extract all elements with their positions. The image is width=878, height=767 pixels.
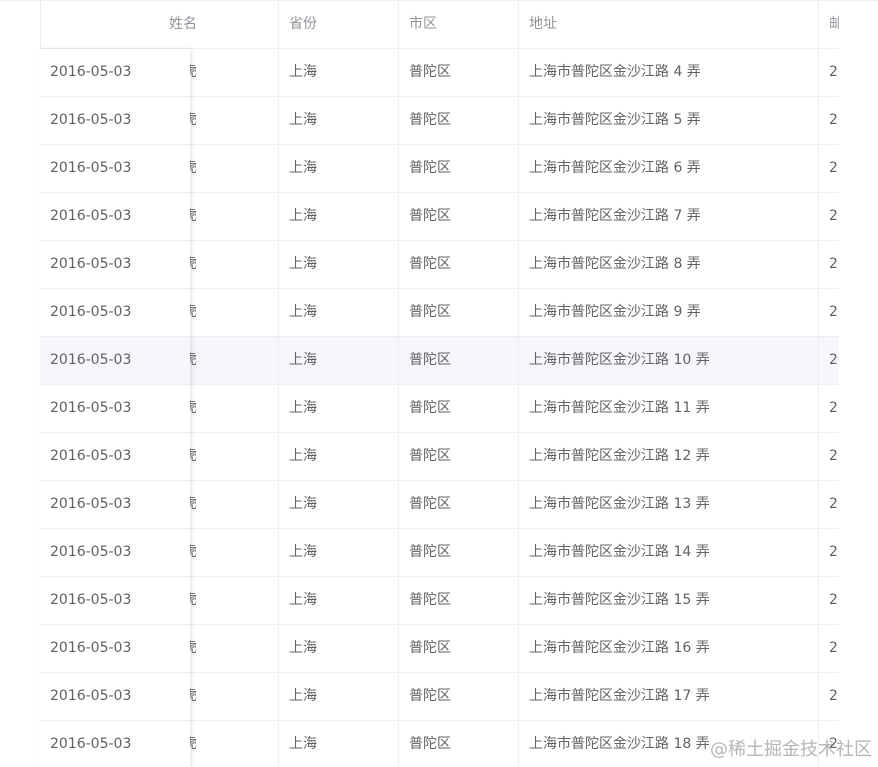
row-city-cell: 普陀区 xyxy=(399,577,519,624)
row-address-cell: 上海市普陀区金沙江路 16 弄 xyxy=(519,625,819,672)
fixed-date-cell: 2016-05-03 xyxy=(40,241,190,289)
row-address-cell: 上海市普陀区金沙江路 8 弄 xyxy=(519,241,819,288)
row-province-cell: 上海 xyxy=(279,529,399,576)
row-province-cell: 上海 xyxy=(279,145,399,192)
fixed-date-column: 2016-05-03 2016-05-03 2016-05-03 2016-05-03… xyxy=(40,49,190,767)
fixed-date-cell: 2016-05-03 xyxy=(40,337,190,385)
row-province-cell: 上海 xyxy=(279,433,399,480)
row-province-cell: 上海 xyxy=(279,241,399,288)
row-city-cell: 普陀区 xyxy=(399,721,519,767)
header-city[interactable]: 市区 xyxy=(399,1,519,48)
watermark: @稀土掘金技术社区 xyxy=(710,739,872,760)
row-address-cell: 上海市普陀区金沙江路 7 弄 xyxy=(519,193,819,240)
fixed-date-cell: 2016-05-03 xyxy=(40,289,190,337)
row-address-cell: 上海市普陀区金沙江路 17 弄 xyxy=(519,673,819,720)
row-city-cell: 普陀区 xyxy=(399,97,519,144)
row-province-cell: 上海 xyxy=(279,385,399,432)
fixed-date-cell: 2016-05-03 xyxy=(40,721,190,767)
row-zip-cell: 20 xyxy=(829,64,839,80)
fixed-date-cell: 2016-05-03 xyxy=(40,49,190,97)
row-zip-cell: 20 xyxy=(829,496,839,512)
header-province[interactable]: 省份 xyxy=(279,1,399,48)
row-zip-cell: 20 xyxy=(829,544,839,560)
fixed-date-cell: 2016-05-03 xyxy=(40,481,190,529)
row-province-cell: 上海 xyxy=(279,481,399,528)
row-address-cell: 上海市普陀区金沙江路 15 弄 xyxy=(519,577,819,624)
row-city-cell: 普陀区 xyxy=(399,433,519,480)
row-zip-cell: 20 xyxy=(829,160,839,176)
row-zip-cell: 20 xyxy=(829,112,839,128)
row-zip-cell: 20 xyxy=(829,208,839,224)
header-address[interactable]: 地址 xyxy=(519,1,819,48)
row-city-cell: 普陀区 xyxy=(399,625,519,672)
row-address-cell: 上海市普陀区金沙江路 13 弄 xyxy=(519,481,819,528)
row-city-cell: 普陀区 xyxy=(399,337,519,384)
row-zip-cell: 20 xyxy=(829,688,839,704)
table-header: 姓名 省份 市区 地址 邮 xyxy=(41,1,839,49)
row-address-cell: 上海市普陀区金沙江路 6 弄 xyxy=(519,145,819,192)
header-name[interactable]: 姓名 xyxy=(159,1,279,48)
row-province-cell: 上海 xyxy=(279,49,399,96)
row-province-cell: 上海 xyxy=(279,337,399,384)
row-city-cell: 普陀区 xyxy=(399,49,519,96)
row-province-cell: 上海 xyxy=(279,625,399,672)
fixed-date-cell: 2016-05-03 xyxy=(40,97,190,145)
row-address-cell: 上海市普陀区金沙江路 14 弄 xyxy=(519,529,819,576)
row-address-cell: 上海市普陀区金沙江路 12 弄 xyxy=(519,433,819,480)
header-zip[interactable]: 邮 xyxy=(819,1,839,48)
row-city-cell: 普陀区 xyxy=(399,529,519,576)
row-address-cell: 上海市普陀区金沙江路 5 弄 xyxy=(519,97,819,144)
row-address-cell: 上海市普陀区金沙江路 11 弄 xyxy=(519,385,819,432)
fixed-date-cell: 2016-05-03 xyxy=(40,193,190,241)
row-province-cell: 上海 xyxy=(279,97,399,144)
row-address-cell: 上海市普陀区金沙江路 9 弄 xyxy=(519,289,819,336)
fixed-date-cell: 2016-05-03 xyxy=(40,385,190,433)
fixed-date-cell: 2016-05-03 xyxy=(40,145,190,193)
row-province-cell: 上海 xyxy=(279,289,399,336)
row-zip-cell: 20 xyxy=(829,592,839,608)
row-city-cell: 普陀区 xyxy=(399,481,519,528)
row-city-cell: 普陀区 xyxy=(399,673,519,720)
row-city-cell: 普陀区 xyxy=(399,385,519,432)
row-province-cell: 上海 xyxy=(279,577,399,624)
row-province-cell: 上海 xyxy=(279,193,399,240)
row-province-cell: 上海 xyxy=(279,673,399,720)
fixed-date-cell: 2016-05-03 xyxy=(40,577,190,625)
row-address-cell: 上海市普陀区金沙江路 4 弄 xyxy=(519,49,819,96)
row-zip-cell: 20 xyxy=(829,352,839,368)
row-city-cell: 普陀区 xyxy=(399,241,519,288)
fixed-date-cell: 2016-05-03 xyxy=(40,673,190,721)
header-date-cell xyxy=(41,1,159,48)
row-zip-cell: 20 xyxy=(829,256,839,272)
row-province-cell: 上海 xyxy=(279,721,399,767)
row-zip-cell: 20 xyxy=(829,400,839,416)
fixed-date-cell: 2016-05-03 xyxy=(40,529,190,577)
fixed-date-cell: 2016-05-03 xyxy=(40,433,190,481)
row-zip-cell: 20 xyxy=(829,640,839,656)
fixed-date-cell: 2016-05-03 xyxy=(40,625,190,673)
row-city-cell: 普陀区 xyxy=(399,193,519,240)
row-zip-cell: 20 xyxy=(829,448,839,464)
row-zip-cell: 20 xyxy=(829,304,839,320)
row-address-cell: 上海市普陀区金沙江路 10 弄 xyxy=(519,337,819,384)
row-city-cell: 普陀区 xyxy=(399,289,519,336)
row-city-cell: 普陀区 xyxy=(399,145,519,192)
